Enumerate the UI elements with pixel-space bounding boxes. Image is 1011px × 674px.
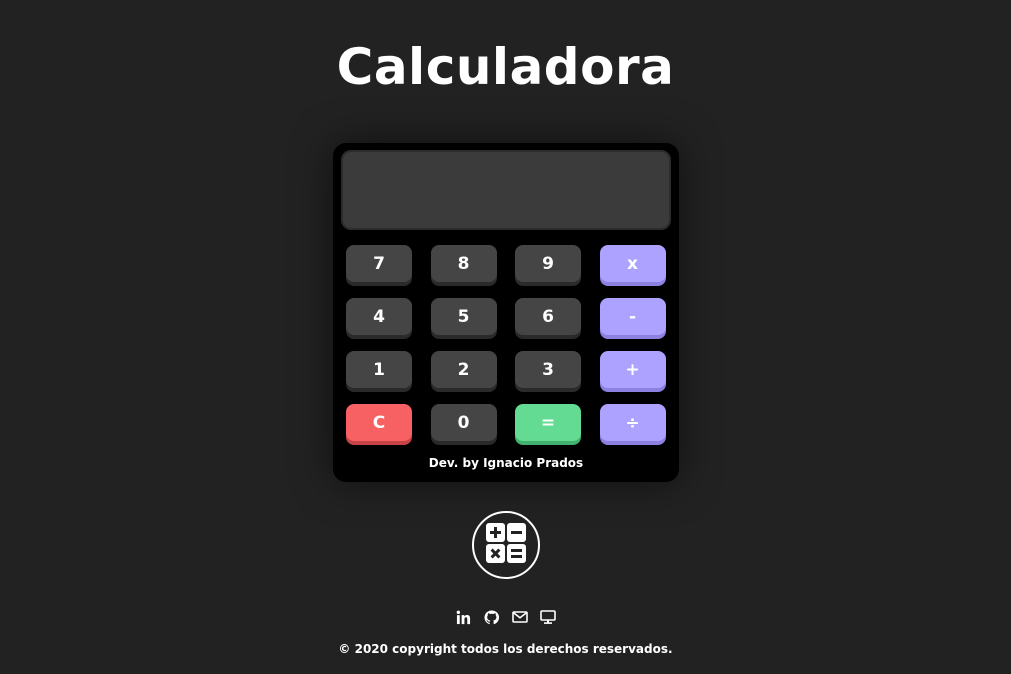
key-0[interactable]: 0 (430, 404, 497, 441)
calculator-display (341, 150, 671, 230)
calculator-icon (485, 522, 527, 568)
key-8[interactable]: 8 (430, 245, 497, 282)
key-4[interactable]: 4 (346, 298, 412, 335)
logo (472, 511, 540, 579)
equals-button[interactable]: = (515, 404, 581, 441)
developer-credit: Dev. by Ignacio Prados (428, 456, 584, 470)
key-9[interactable]: 9 (515, 245, 581, 282)
mail-icon[interactable] (511, 609, 528, 625)
add-button[interactable]: + (599, 351, 666, 388)
github-icon[interactable] (484, 609, 500, 625)
social-links (0, 609, 1011, 625)
keypad: 7 8 9 x 4 5 6 - 1 2 3 + C 0 = ÷ (346, 245, 666, 441)
key-1[interactable]: 1 (346, 351, 412, 388)
key-7[interactable]: 7 (346, 245, 412, 282)
linkedin-icon[interactable] (456, 609, 472, 625)
multiply-button[interactable]: x (599, 245, 666, 282)
key-3[interactable]: 3 (515, 351, 581, 388)
subtract-button[interactable]: - (599, 298, 666, 335)
key-6[interactable]: 6 (515, 298, 581, 335)
page-title: Calculadora (336, 38, 675, 96)
key-2[interactable]: 2 (430, 351, 497, 388)
key-5[interactable]: 5 (430, 298, 497, 335)
divide-button[interactable]: ÷ (599, 404, 666, 441)
calculator: 7 8 9 x 4 5 6 - 1 2 3 + C 0 = ÷ Dev. by … (333, 143, 679, 482)
page: Calculadora 7 8 9 x 4 5 6 - 1 2 3 + C 0 … (0, 0, 1011, 674)
clear-button[interactable]: C (346, 404, 412, 441)
monitor-icon[interactable] (539, 609, 556, 625)
copyright: © 2020 copyright todos los derechos rese… (338, 642, 673, 656)
